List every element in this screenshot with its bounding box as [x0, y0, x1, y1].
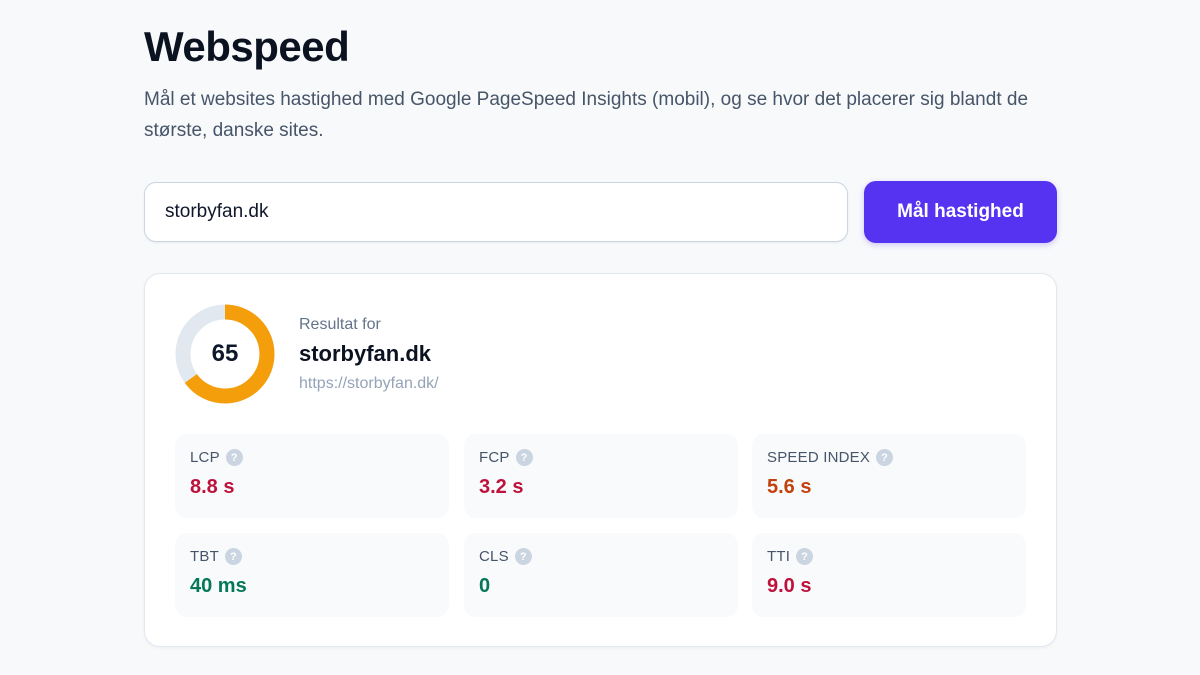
metric-value: 40 ms	[190, 575, 247, 597]
help-icon[interactable]: ?	[515, 449, 533, 466]
metric-value: 0	[479, 575, 491, 597]
help-icon[interactable]: ?	[225, 449, 243, 466]
result-label: Resultat for	[299, 316, 381, 333]
help-icon[interactable]: ?	[796, 548, 814, 565]
metric-fcp: FCP ? 3.2 s	[464, 434, 738, 518]
metric-name: LCP	[190, 449, 220, 466]
score-gauge: 65	[174, 303, 276, 405]
metric-name: TTI	[767, 548, 791, 565]
page: Webspeed Mål et websites hastighed med G…	[0, 0, 1200, 675]
metric-value: 3.2 s	[479, 476, 524, 498]
metric-lcp: LCP ? 8.8 s	[175, 434, 449, 518]
metric-value: 5.6 s	[767, 476, 812, 498]
metric-tbt: TBT ? 40 ms	[175, 533, 449, 617]
metric-name: CLS	[479, 548, 509, 565]
metric-name: SPEED INDEX	[767, 449, 871, 466]
result-domain: storbyfan.dk	[299, 341, 432, 366]
help-icon[interactable]: ?	[876, 449, 894, 466]
metric-cls: CLS ? 0	[464, 533, 738, 617]
page-subtitle: Mål et websites hastighed med Google Pag…	[144, 89, 1029, 141]
result-card: 65 Resultat for storbyfan.dk https://sto…	[144, 273, 1057, 647]
metric-value: 8.8 s	[190, 476, 235, 498]
metric-name: FCP	[479, 449, 510, 466]
page-title: Webspeed	[144, 23, 350, 70]
metric-speed-index: SPEED INDEX ? 5.6 s	[752, 434, 1026, 518]
result-url: https://storbyfan.dk/	[299, 375, 439, 392]
help-icon[interactable]: ?	[514, 548, 532, 565]
measure-button[interactable]: Mål hastighed	[864, 181, 1057, 243]
metric-name: TBT	[190, 548, 219, 565]
url-input[interactable]	[144, 182, 848, 242]
score-value: 65	[211, 340, 239, 367]
metric-value: 9.0 s	[767, 575, 812, 597]
help-icon[interactable]: ?	[224, 548, 242, 565]
metric-tti: TTI ? 9.0 s	[752, 533, 1026, 617]
